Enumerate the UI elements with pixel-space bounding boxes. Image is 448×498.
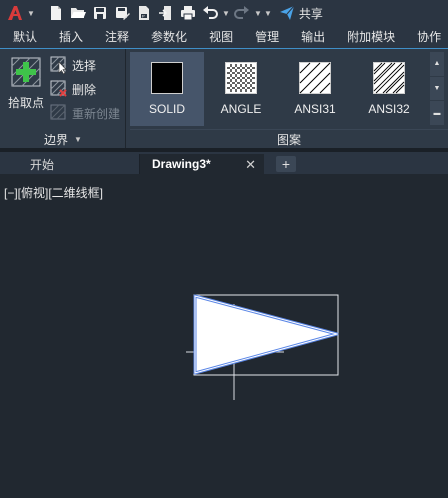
remove-boundary-icon xyxy=(50,80,67,97)
scroll-up-icon[interactable]: ▲ xyxy=(430,52,444,76)
close-icon[interactable]: ✕ xyxy=(245,157,256,173)
ribbon-panel: 拾取点 选择 删除 重新创建 边界 ▼ SOLID ANGLE ANSI31 A… xyxy=(0,48,448,149)
pick-point-button[interactable]: 拾取点 xyxy=(6,55,46,111)
solid-pattern-swatch-icon xyxy=(151,62,183,94)
select-label: 选择 xyxy=(72,58,97,73)
redo-dropdown-icon[interactable]: ▼ xyxy=(253,9,263,18)
delete-label: 删除 xyxy=(72,82,97,97)
save-icon[interactable] xyxy=(89,2,111,24)
new-tab-button[interactable]: + xyxy=(276,156,296,172)
tab-default[interactable]: 默认 xyxy=(0,26,37,48)
pattern-ansi31[interactable]: ANSI31 xyxy=(278,52,352,126)
tab-start[interactable]: 开始 xyxy=(0,154,140,174)
export-icon[interactable] xyxy=(155,2,177,24)
pattern-solid[interactable]: SOLID xyxy=(130,52,204,126)
chevron-down-icon[interactable]: ▼ xyxy=(27,9,35,18)
open-file-icon[interactable] xyxy=(67,2,89,24)
pattern-label: ANGLE xyxy=(220,102,262,116)
tab-output[interactable]: 输出 xyxy=(288,26,325,48)
pick-point-label: 拾取点 xyxy=(7,96,44,110)
pattern-label: ANSI32 xyxy=(368,102,410,116)
share-label: 共享 xyxy=(298,6,323,21)
select-objects-icon xyxy=(50,56,67,74)
undo-dropdown-icon[interactable]: ▼ xyxy=(221,9,231,18)
recreate-boundary-icon xyxy=(50,104,66,120)
customize-toolbar-icon[interactable]: ▼ xyxy=(263,9,273,18)
share-button[interactable]: 共享 xyxy=(279,5,323,22)
boundary-panel: 拾取点 选择 删除 重新创建 边界 ▼ xyxy=(0,49,126,149)
tab-parametric[interactable]: 参数化 xyxy=(138,26,187,48)
pattern-label: SOLID xyxy=(148,102,185,116)
share-icon xyxy=(279,5,295,20)
svg-text:P: P xyxy=(142,14,145,19)
chevron-down-icon: ▼ xyxy=(74,134,82,144)
boundary-title-label: 边界 xyxy=(44,132,69,147)
drawing-viewport[interactable]: [−][俯视][二维线框] xyxy=(0,174,448,498)
delete-button[interactable]: 删除 xyxy=(50,79,96,99)
tab-drawing3[interactable]: Drawing3* ✕ xyxy=(140,154,264,174)
ansi32-pattern-swatch-icon xyxy=(373,62,405,94)
new-file-icon[interactable] xyxy=(45,2,67,24)
pick-point-icon xyxy=(11,57,41,87)
boundary-panel-title[interactable]: 边界 ▼ xyxy=(0,129,126,149)
save-as-icon[interactable] xyxy=(111,2,133,24)
print-icon[interactable] xyxy=(177,2,199,24)
file-tab-bar: 开始 Drawing3* ✕ + xyxy=(0,152,448,174)
redo-icon[interactable] xyxy=(231,2,253,24)
pattern-ansi32[interactable]: ANSI32 xyxy=(352,52,426,126)
app-logo-icon[interactable] xyxy=(4,2,26,24)
tab-addins[interactable]: 附加模块 xyxy=(334,26,395,48)
hatch-pattern-gallery: SOLID ANGLE ANSI31 ANSI32 xyxy=(130,52,428,126)
pattern-angle[interactable]: ANGLE xyxy=(204,52,278,126)
select-button[interactable]: 选择 xyxy=(50,55,96,75)
scroll-down-icon[interactable]: ▼ xyxy=(430,76,444,101)
tab-insert[interactable]: 插入 xyxy=(46,26,83,48)
drawing-canvas[interactable] xyxy=(0,174,448,498)
tab-manage[interactable]: 管理 xyxy=(242,26,279,48)
quick-access-toolbar: ▼ P ▼ ▼ ▼ 共享 xyxy=(0,0,448,26)
tab-view[interactable]: 视图 xyxy=(196,26,233,48)
import-icon[interactable]: P xyxy=(133,2,155,24)
solid-hatch-triangle[interactable] xyxy=(193,294,339,375)
angle-pattern-swatch-icon xyxy=(225,62,257,94)
recreate-label: 重新创建 xyxy=(72,106,121,121)
drawing-tab-label: Drawing3* xyxy=(152,157,211,171)
tab-annotate[interactable]: 注释 xyxy=(92,26,129,48)
gallery-scroll: ▲ ▼ ▬ xyxy=(430,52,444,126)
tab-collaborate[interactable]: 协作 xyxy=(404,26,441,48)
pattern-panel-title: 图案 xyxy=(130,129,448,149)
ansi31-pattern-swatch-icon xyxy=(299,62,331,94)
expand-gallery-icon[interactable]: ▬ xyxy=(430,101,444,126)
recreate-button[interactable]: 重新创建 xyxy=(50,103,120,123)
ribbon-tab-bar: 默认 插入 注释 参数化 视图 管理 输出 附加模块 协作 xyxy=(0,26,448,48)
pattern-label: ANSI31 xyxy=(294,102,336,116)
undo-icon[interactable] xyxy=(199,2,221,24)
